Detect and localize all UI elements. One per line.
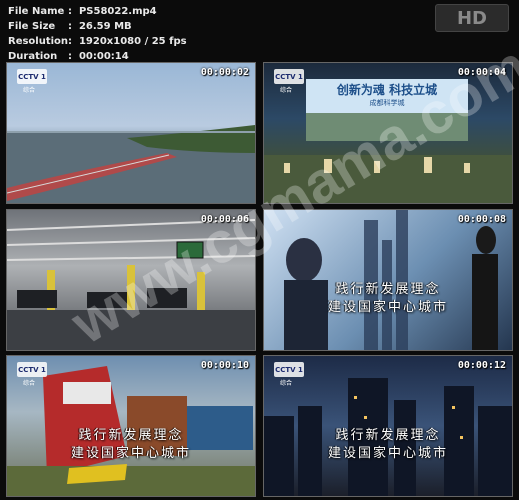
channel-logo-sub: 综合	[23, 380, 36, 387]
resolution-row: Resolution: 1920x1080 / 25 fps	[8, 36, 187, 47]
caption-line-2: 建设国家中心城市	[327, 446, 448, 461]
caption-line-1: 践行新发展理念	[335, 428, 441, 443]
banner-subtitle: 成都科学城	[369, 99, 405, 107]
timestamp: 00:00:08	[457, 214, 506, 225]
banner-title: 创新为魂 科技立城	[336, 83, 438, 97]
file-size-row: File Size: 26.59 MB	[8, 21, 132, 32]
channel-logo: CCTV 1	[274, 362, 304, 377]
hd-badge: HD	[435, 4, 509, 32]
channel-logo: CCTV 1	[17, 362, 47, 377]
resolution-label: Resolution	[8, 36, 69, 47]
caption-line-1: 践行新发展理念	[78, 428, 184, 443]
timestamp: 00:00:12	[457, 360, 506, 371]
video-thumbnail-2[interactable]: 创新为魂 科技立城 成都科学城 CCTV 1 综合 00:00:04	[263, 62, 513, 204]
video-thumbnail-6[interactable]: CCTV 1 综合 践行新发展理念 建设国家中心城市 00:00:12	[263, 355, 513, 497]
channel-logo-sub: 综合	[280, 380, 293, 387]
video-thumbnail-4[interactable]: 践行新发展理念 建设国家中心城市 00:00:08	[263, 209, 513, 351]
caption-line-2: 建设国家中心城市	[327, 300, 448, 315]
duration-value: 00:00:14	[78, 51, 129, 62]
caption-line-2: 建设国家中心城市	[70, 446, 191, 461]
file-size-label: File Size	[8, 21, 56, 32]
file-name-label: File Name	[8, 6, 65, 17]
scene-factory	[7, 219, 255, 350]
video-thumbnail-3[interactable]: 00:00:06	[6, 209, 256, 351]
file-size-value: 26.59 MB	[78, 21, 132, 32]
timestamp: 00:00:06	[200, 214, 249, 225]
channel-logo-sub: 综合	[280, 87, 293, 94]
timestamp: 00:00:04	[457, 67, 506, 78]
channel-logo: CCTV 1	[17, 69, 47, 84]
file-name-value: PS58022.mp4	[78, 6, 157, 17]
scene-lake-road	[7, 125, 255, 203]
timestamp: 00:00:10	[200, 360, 249, 371]
file-info: File Name: PS58022.mp4 File Size: 26.59 …	[8, 4, 187, 64]
video-thumbnail-1[interactable]: CCTV 1 综合 00:00:02	[6, 62, 256, 204]
resolution-value: 1920x1080 / 25 fps	[78, 36, 187, 47]
file-name-row: File Name: PS58022.mp4	[8, 6, 157, 17]
caption-line-1: 践行新发展理念	[335, 282, 441, 297]
timestamp: 00:00:02	[200, 67, 249, 78]
channel-logo-sub: 综合	[23, 87, 36, 94]
video-thumbnail-5[interactable]: CCTV 1 综合 践行新发展理念 建设国家中心城市 00:00:10	[6, 355, 256, 497]
channel-logo: CCTV 1	[274, 69, 304, 84]
